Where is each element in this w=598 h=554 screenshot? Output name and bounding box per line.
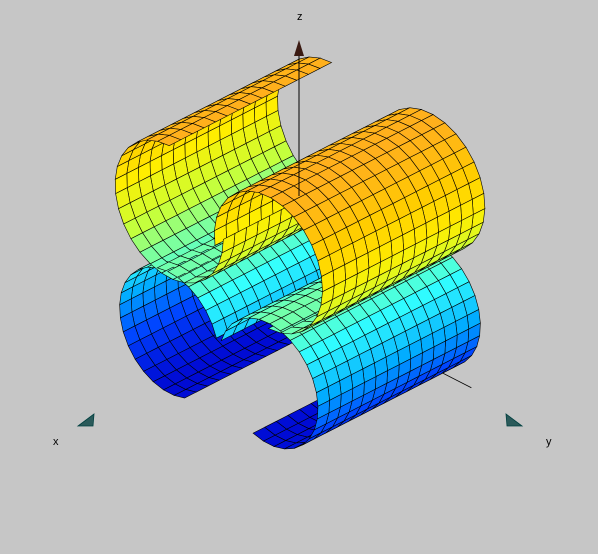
x-axis-arrow-icon (76, 413, 95, 427)
z-axis-label: z (297, 11, 303, 23)
y-axis-arrow-icon (505, 413, 524, 427)
cylinder-surface (114, 56, 486, 450)
surface-plot[interactable]: z x y (0, 0, 598, 554)
plot-canvas[interactable]: z x y (0, 0, 598, 554)
z-axis-arrow-icon (294, 40, 304, 56)
x-axis-label: x (53, 436, 59, 448)
y-axis-label: y (546, 436, 552, 448)
